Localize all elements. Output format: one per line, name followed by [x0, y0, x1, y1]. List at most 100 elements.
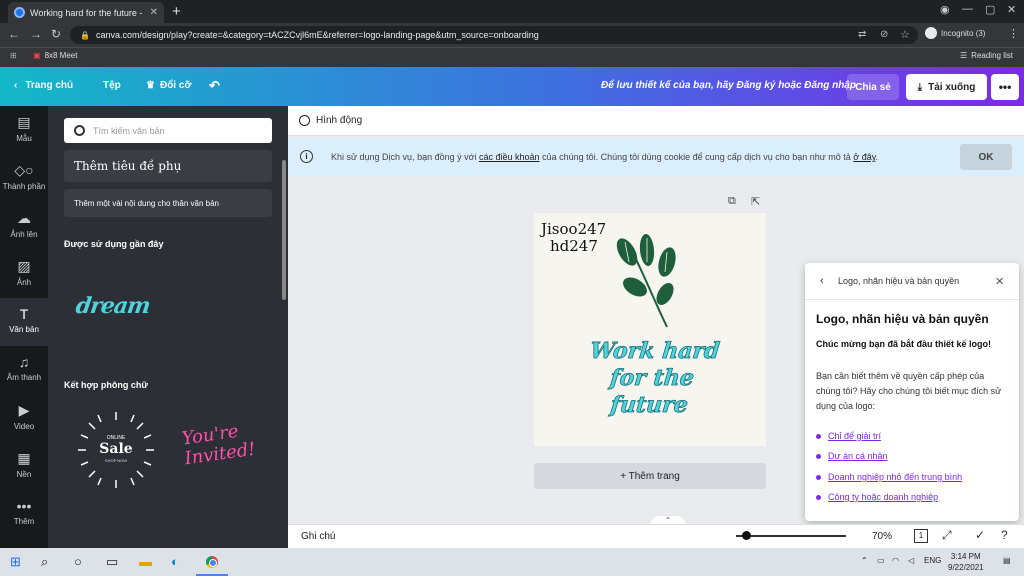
- clock-time: 3:14 PM: [950, 552, 981, 561]
- canvas-line-2: hd247: [550, 237, 598, 255]
- reading-list-icon: ☰: [960, 51, 968, 60]
- search-icon: [74, 125, 85, 136]
- share-button[interactable]: Chia sẻ: [847, 74, 899, 100]
- recent-font-dream[interactable]: dream: [74, 293, 151, 319]
- notifications-icon[interactable]: ▤: [1003, 556, 1011, 565]
- close-tab-icon[interactable]: ✕: [150, 7, 158, 18]
- rail-photos[interactable]: ▨ Ảnh: [0, 250, 48, 298]
- panel-scrollbar[interactable]: [282, 160, 286, 300]
- wifi-icon[interactable]: ◠: [892, 556, 899, 565]
- rail-label: Thành phần: [2, 182, 46, 191]
- back-icon[interactable]: ←: [8, 27, 20, 41]
- browser-tab[interactable]: Working hard for the future - Logo ✕: [8, 2, 164, 23]
- back-arrow-icon[interactable]: ‹: [820, 275, 824, 287]
- new-tab-icon[interactable]: +: [172, 3, 181, 20]
- search-icon[interactable]: ⌕: [41, 554, 48, 570]
- rail-audio[interactable]: ♫ Âm thanh: [0, 346, 48, 394]
- leaf-logo-icon[interactable]: [605, 232, 690, 332]
- bullet-icon: [816, 494, 821, 500]
- page-count[interactable]: 1: [914, 529, 928, 543]
- forward-icon[interactable]: →: [30, 27, 42, 41]
- rail-templates[interactable]: ▤ Mẫu: [0, 106, 48, 154]
- browser-menu-icon[interactable]: ⋮: [1008, 27, 1019, 40]
- combo-online-sale[interactable]: ONLINE Sale SHOP NOW: [76, 410, 156, 490]
- template-icon: ▤: [17, 114, 31, 130]
- home-button[interactable]: ‹ Trang chủ: [14, 80, 73, 91]
- reading-list[interactable]: ☰ Reading list: [960, 51, 1013, 60]
- zoom-slider[interactable]: [736, 535, 846, 537]
- rail-label: Ảnh lên: [10, 230, 38, 239]
- resize-label: Đổi cỡ: [159, 80, 192, 91]
- task-view-icon[interactable]: ▭: [106, 554, 118, 570]
- close-window-icon[interactable]: ✕: [1007, 3, 1016, 16]
- more-options-button[interactable]: •••: [991, 74, 1019, 100]
- sale-sub-text: SHOP NOW: [104, 458, 128, 463]
- tab-title: Working hard for the future - Logo: [30, 7, 145, 18]
- notes-button[interactable]: Ghi chú: [301, 531, 335, 542]
- keyboard-language[interactable]: ENG: [924, 556, 941, 565]
- help-icon[interactable]: ?: [1001, 528, 1008, 542]
- incognito-profile[interactable]: Incognito (3): [925, 27, 985, 39]
- zoom-level[interactable]: 70%: [872, 531, 892, 542]
- cookie-ok-button[interactable]: OK: [960, 144, 1012, 170]
- undo-icon[interactable]: ↶: [209, 78, 220, 94]
- search-placeholder: Tìm kiếm văn bản: [93, 125, 165, 136]
- zoom-slider-handle[interactable]: [742, 531, 751, 540]
- rail-text[interactable]: T Văn bản: [0, 298, 48, 346]
- rail-more[interactable]: ••• Thêm: [0, 490, 48, 538]
- terms-link[interactable]: các điều khoản: [479, 152, 540, 162]
- rail-background[interactable]: ▦ Nền: [0, 442, 48, 490]
- cortana-icon[interactable]: ○: [74, 554, 82, 569]
- system-clock[interactable]: 3:14 PM 9/22/2021: [948, 551, 984, 573]
- canvas-text-owner[interactable]: Jisoo247 hd247: [541, 221, 606, 255]
- more-icon: •••: [16, 498, 32, 514]
- dialog-heading: Logo, nhãn hiệu và bản quyền: [816, 312, 989, 326]
- rail-label: Ảnh: [16, 278, 32, 287]
- volume-icon[interactable]: ◁: [908, 556, 914, 565]
- text-search-input[interactable]: Tìm kiếm văn bản: [64, 118, 272, 143]
- option-label: Chỉ để giải trí: [828, 431, 882, 441]
- apps-icon[interactable]: ⊞: [10, 51, 17, 60]
- rail-uploads[interactable]: ☁ Ảnh lên: [0, 202, 48, 250]
- option-enterprise[interactable]: Công ty hoặc doanh nghiệp: [816, 492, 938, 502]
- font-combos-title: Kết hợp phông chữ: [64, 380, 148, 390]
- reload-icon[interactable]: ↻: [51, 27, 61, 41]
- tray-monitor-icon[interactable]: ▭: [877, 556, 885, 565]
- chevron-down-icon[interactable]: ◉: [940, 3, 950, 16]
- option-entertainment[interactable]: Chỉ để giải trí: [816, 431, 881, 441]
- save-prompt[interactable]: Để lưu thiết kế của bạn, hãy Đăng ký hoặ…: [601, 80, 856, 91]
- file-explorer-icon[interactable]: ▬: [139, 554, 152, 569]
- translate-icon[interactable]: ⇄: [858, 29, 866, 40]
- canvas-slogan[interactable]: Work hard for the future: [562, 338, 743, 419]
- animate-button[interactable]: Hình động: [299, 115, 362, 126]
- add-body-text-button[interactable]: Thêm một vài nội dung cho thân văn bản: [64, 189, 272, 217]
- url-bar[interactable]: 🔒 canva.com/design/play?create=&category…: [70, 26, 918, 44]
- add-page-button[interactable]: + Thêm trang: [534, 463, 766, 489]
- eye-off-icon[interactable]: ⊘: [880, 29, 888, 40]
- fullscreen-icon[interactable]: ⤢: [942, 528, 952, 543]
- chrome-icon[interactable]: [204, 554, 220, 570]
- option-smb[interactable]: Doanh nghiệp nhỏ đến trung bình: [816, 472, 962, 482]
- bookmark-8x8[interactable]: ▣ 8x8 Meet: [33, 51, 77, 60]
- option-personal[interactable]: Dự án cá nhân: [816, 451, 888, 461]
- url-text: canva.com/design/play?create=&category=t…: [95, 30, 539, 40]
- add-subheading-button[interactable]: Thêm tiêu đề phụ: [64, 150, 272, 182]
- rail-video[interactable]: ▶ Video: [0, 394, 48, 442]
- add-page-icon[interactable]: ⇱: [751, 195, 760, 208]
- maximize-icon[interactable]: ▢: [985, 3, 995, 16]
- resize-button[interactable]: ♛ Đổi cỡ: [146, 80, 192, 91]
- bookmarks-bar: [0, 47, 1024, 67]
- here-link[interactable]: ở đây: [853, 152, 875, 162]
- duplicate-page-icon[interactable]: ⧉: [728, 195, 736, 208]
- check-circle-icon[interactable]: ✓: [975, 528, 985, 542]
- star-icon[interactable]: ☆: [900, 28, 910, 41]
- edge-icon[interactable]: ◐: [171, 554, 179, 569]
- tray-chevron-icon[interactable]: ⌃: [861, 556, 868, 565]
- rail-elements[interactable]: ◇○ Thành phần: [0, 154, 48, 202]
- download-button[interactable]: ⤓ Tải xuống: [906, 74, 987, 100]
- minimize-icon[interactable]: —: [962, 3, 973, 15]
- close-icon[interactable]: ✕: [995, 275, 1004, 288]
- rail-label: Video: [13, 422, 35, 431]
- windows-start-icon[interactable]: ⊞: [10, 554, 21, 570]
- file-menu[interactable]: Tệp: [103, 80, 121, 91]
